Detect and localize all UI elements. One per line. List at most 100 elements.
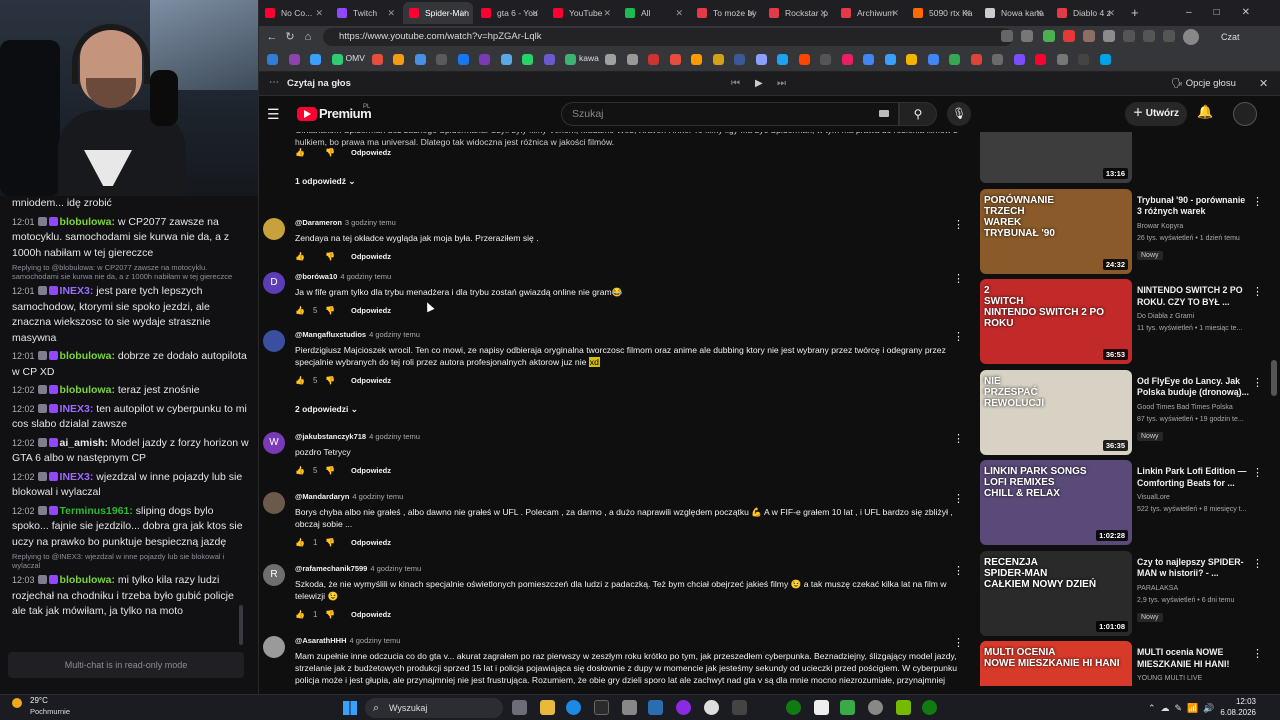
like-icon[interactable]: 👍 [295, 252, 313, 261]
reply-button[interactable]: Odpowiedz [351, 610, 391, 619]
chat-username[interactable]: ai_amish: [60, 437, 108, 449]
chat-username[interactable]: Terminus1961: [60, 505, 133, 517]
search-input[interactable]: Szukaj [561, 102, 899, 126]
channel-name[interactable]: VisualLore [1137, 494, 1170, 501]
install-app-icon[interactable] [1001, 30, 1013, 42]
comment-avatar[interactable] [263, 492, 285, 514]
copilot-chat-button[interactable]: Czat [1221, 26, 1240, 48]
bookmark-icon[interactable] [949, 54, 960, 65]
bookmark-icon[interactable] [543, 54, 555, 65]
bookmark-icon[interactable] [436, 54, 447, 65]
play-icon[interactable]: ▶ [755, 72, 763, 96]
bookmark-icon[interactable] [669, 54, 681, 65]
video-title[interactable]: Od FlyEye do Lancy. Jak Polska buduje (d… [1137, 376, 1251, 399]
app-icon[interactable] [814, 700, 829, 715]
like-icon[interactable]: 👍 [295, 376, 313, 385]
comment-author[interactable]: @rafamechanik7599 [295, 564, 367, 573]
chat-scrollbar[interactable] [239, 605, 243, 645]
dislike-icon[interactable]: 👎 [325, 148, 351, 157]
tab-close-icon[interactable]: ✕ [1107, 2, 1115, 24]
more-vertical-icon[interactable]: ⋮ [953, 492, 964, 505]
bookmark-icon[interactable] [414, 54, 426, 65]
reply-button[interactable]: Odpowiedz [351, 306, 391, 315]
bookmark-icon[interactable] [992, 54, 1003, 65]
comment-time[interactable]: 4 godziny temu [350, 636, 401, 645]
chat-username[interactable]: INEX3: [60, 471, 94, 483]
clock[interactable]: 12:03 6.08.2026 [1216, 696, 1256, 718]
tab-close-icon[interactable]: ✕ [963, 2, 971, 24]
video-title[interactable]: Czy to najlepszy SPIDER-MAN w historii? … [1137, 557, 1251, 580]
bookmark-icon[interactable] [734, 54, 745, 65]
more-vertical-icon[interactable]: ⋮ [1252, 285, 1263, 298]
chat-username[interactable]: INEX3: [60, 285, 94, 297]
xbox-app-icon[interactable] [922, 700, 937, 715]
browser-tab[interactable]: Rockstar .p ✕ [763, 2, 833, 24]
steam-icon[interactable] [648, 700, 663, 715]
bookmark-label[interactable]: kawa [579, 53, 599, 63]
collections-icon[interactable] [1163, 30, 1175, 42]
bookmark-icon[interactable] [1099, 54, 1111, 65]
browser-tab[interactable]: 5090 rtx Ka ✕ [907, 2, 977, 24]
bookmark-icon[interactable] [500, 54, 512, 65]
next-icon[interactable]: ⏭ [777, 72, 786, 96]
favorites-icon[interactable] [1143, 30, 1155, 42]
browser-tab[interactable]: Diablo 4 z ✕ [1051, 2, 1121, 24]
video-thumbnail[interactable]: RECENZJA SPIDER-MAN CAŁKIEM NOWY DZIEŃ 1:… [980, 550, 1132, 636]
replies-toggle[interactable]: 1 odpowiedź ⌄ [295, 176, 355, 187]
xbox-icon[interactable] [786, 700, 801, 715]
chat-username[interactable]: blobulowa: [60, 216, 115, 228]
comment-avatar[interactable] [263, 636, 285, 658]
recommended-video[interactable]: NIE PRZESPAĆ REWOLUCJI 36:35 Od FlyEye do … [980, 369, 1270, 458]
app-icon[interactable] [840, 700, 855, 715]
more-vertical-icon[interactable]: ⋮ [1252, 557, 1263, 570]
tab-close-icon[interactable]: ✕ [459, 2, 467, 24]
comment-time[interactable]: 4 godziny temu [369, 432, 420, 441]
profile-avatar[interactable] [1183, 29, 1199, 45]
bookmark-icon[interactable] [712, 54, 724, 65]
video-title[interactable]: Linkin Park Lofi Edition — Comforting Be… [1137, 466, 1251, 489]
video-title[interactable]: Trybunał '90 - porównanie 3 różnych ware… [1137, 195, 1251, 218]
tab-close-icon[interactable]: ✕ [747, 2, 755, 24]
bell-icon[interactable]: 🔔 [1197, 104, 1213, 120]
dislike-icon[interactable]: 👎 [325, 466, 351, 475]
bookmark-icon[interactable] [1056, 54, 1068, 65]
tab-close-icon[interactable]: ✕ [387, 2, 395, 24]
mic-icon[interactable]: 🎙 [947, 102, 971, 126]
comment-time[interactable]: 3 godziny temu [345, 218, 396, 227]
more-vertical-icon[interactable]: ⋮ [953, 330, 964, 343]
recommended-video[interactable]: RECENZJA SPIDER-MAN CAŁKIEM NOWY DZIEŃ 1:… [980, 550, 1270, 639]
bookmark-icon[interactable] [267, 54, 278, 65]
chat-username[interactable]: blobulowa: [60, 384, 115, 396]
tab-close-icon[interactable]: ✕ [531, 2, 539, 24]
bookmark-icon[interactable] [927, 54, 939, 65]
like-icon[interactable]: 👍 [295, 306, 313, 315]
new-tab-button[interactable]: + [1127, 2, 1147, 24]
comment-time[interactable]: 4 godziny temu [340, 272, 391, 281]
bookmark-icon[interactable] [777, 54, 788, 65]
more-vertical-icon[interactable]: ⋮ [1252, 466, 1263, 479]
bookmark-icon[interactable] [906, 54, 917, 65]
reply-button[interactable]: Odpowiedz [351, 148, 391, 157]
bookmark-icon[interactable] [626, 54, 638, 65]
tab-close-icon[interactable]: ✕ [819, 2, 827, 24]
channel-name[interactable]: YOUNG MULTI LIVE [1137, 675, 1202, 682]
bookmark-icon[interactable] [605, 54, 616, 65]
tab-close-icon[interactable]: ✕ [1035, 2, 1043, 24]
bookmark-icon[interactable] [863, 54, 874, 65]
url-field[interactable]: https://www.youtube.com/watch?v=hpZGAr-L… [323, 28, 1013, 46]
task-view-icon[interactable] [512, 700, 527, 715]
tab-close-icon[interactable]: ✕ [675, 2, 683, 24]
bookmark-icon[interactable] [457, 54, 469, 65]
comment-author[interactable]: @Darameron [295, 218, 342, 227]
file-explorer-icon[interactable] [540, 700, 555, 715]
bookmark-icon[interactable] [648, 54, 659, 65]
more-icon[interactable]: ⋯ [269, 72, 279, 94]
channel-name[interactable]: PARALAKSA [1137, 585, 1178, 592]
chat-username[interactable]: INEX3: [60, 403, 94, 415]
bookmark-icon[interactable] [479, 54, 490, 65]
browser-tab[interactable]: YouTube ✕ [547, 2, 617, 24]
bookmark-icon[interactable] [970, 54, 982, 65]
bookmark-icon[interactable] [841, 54, 853, 65]
bookmark-icon[interactable] [288, 54, 300, 65]
close-icon[interactable]: ✕ [1259, 72, 1268, 96]
